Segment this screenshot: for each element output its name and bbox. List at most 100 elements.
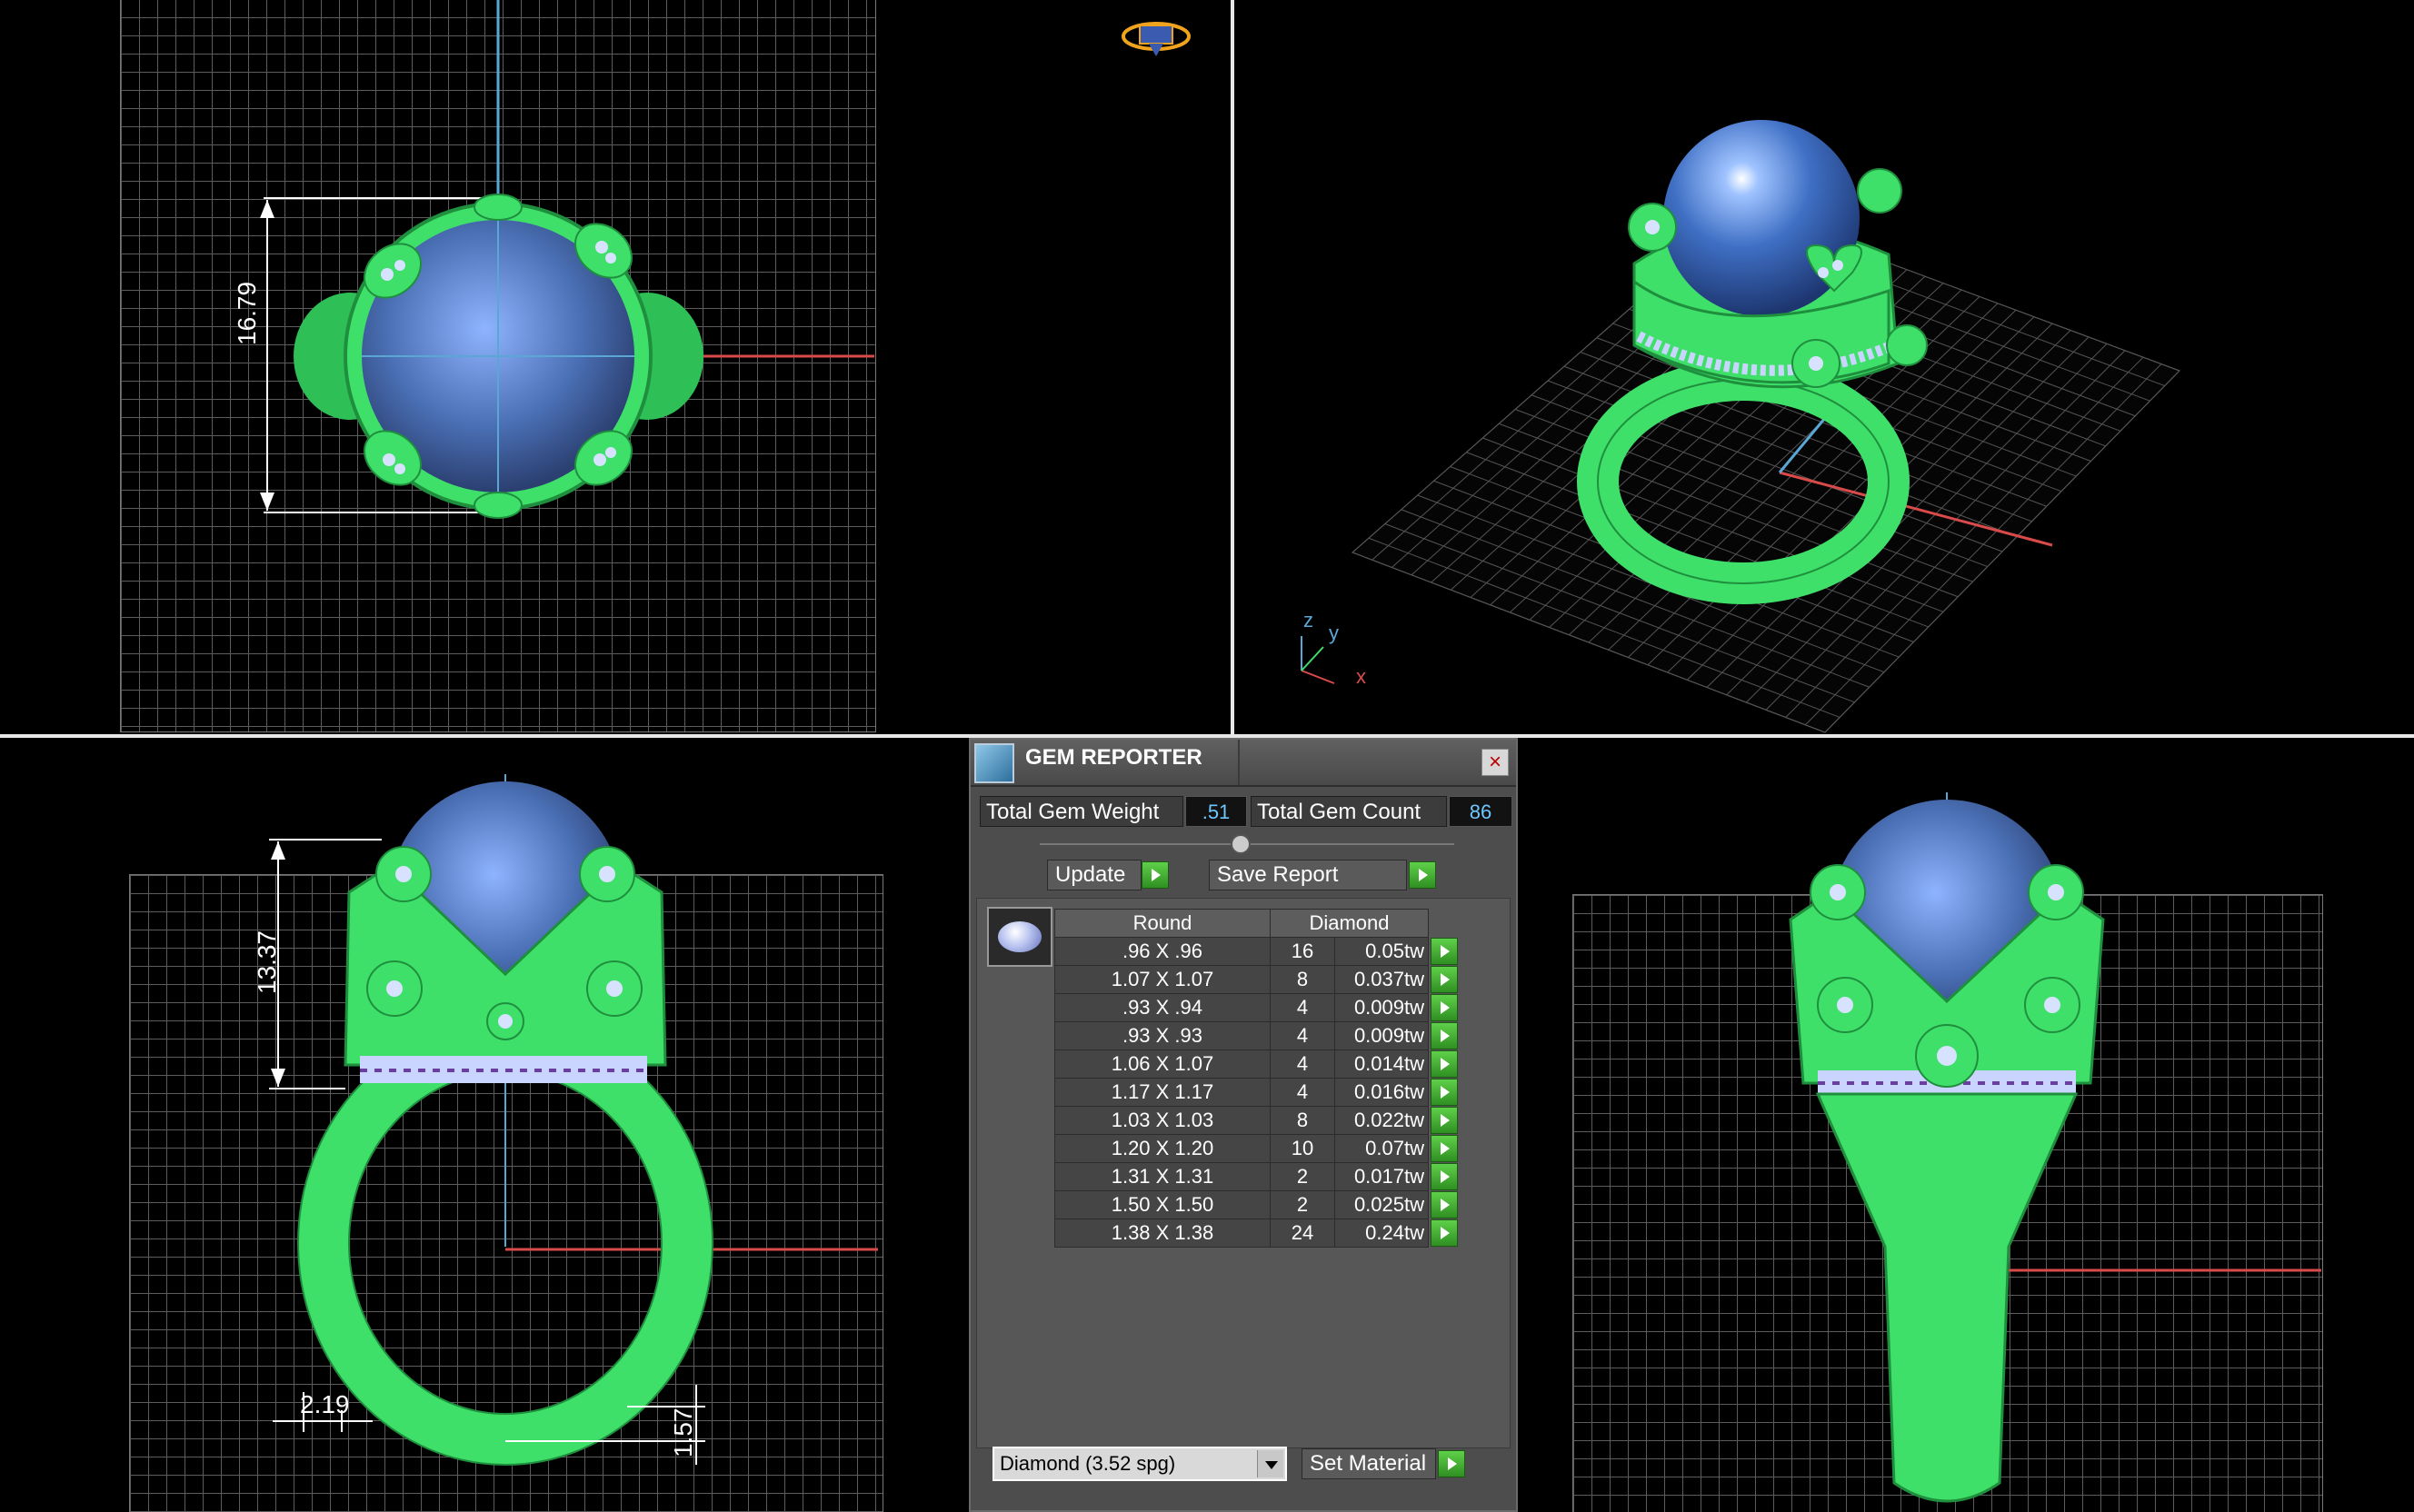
gem-weight-cell: 0.009tw — [1334, 1021, 1429, 1050]
table-row[interactable]: .93 X .94 4 0.009tw — [1054, 993, 1462, 1022]
table-row[interactable]: 1.17 X 1.17 4 0.016tw — [1054, 1078, 1462, 1107]
gem-qty-cell: 8 — [1270, 965, 1335, 994]
round-gem-thumbnail[interactable] — [987, 907, 1052, 967]
row-go-icon[interactable] — [1431, 937, 1458, 965]
chevron-down-icon[interactable] — [1257, 1450, 1283, 1477]
gem-weight-cell: 0.037tw — [1334, 965, 1429, 994]
front-width-label: 2.19 — [300, 1390, 350, 1418]
update-button[interactable]: Update — [1047, 860, 1142, 890]
gem-weight-cell: 0.24tw — [1334, 1219, 1429, 1248]
row-action-cell — [1429, 965, 1462, 994]
table-row[interactable]: 1.03 X 1.03 8 0.022tw — [1054, 1106, 1462, 1135]
front-viewport[interactable]: 13.37 2.19 1.57 — [0, 738, 969, 1512]
table-row[interactable]: .96 X .96 16 0.05tw — [1054, 937, 1462, 966]
gem-size-cell: 1.17 X 1.17 — [1054, 1078, 1271, 1107]
side-view-model — [1789, 792, 2321, 1503]
gem-qty-cell: 4 — [1270, 1021, 1335, 1050]
axis-label-y: y — [1329, 622, 1339, 644]
table-row[interactable]: 1.38 X 1.38 24 0.24tw — [1054, 1219, 1462, 1248]
gem-size-cell: 1.38 X 1.38 — [1054, 1219, 1271, 1248]
gem-weight-cell: 0.025tw — [1334, 1190, 1429, 1219]
gem-qty-cell: 24 — [1270, 1219, 1335, 1248]
row-go-icon[interactable] — [1431, 1162, 1458, 1190]
row-action-cell — [1429, 1049, 1462, 1079]
gem-weight-cell: 0.009tw — [1334, 993, 1429, 1022]
gem-size-cell: 1.03 X 1.03 — [1054, 1106, 1271, 1135]
row-go-icon[interactable] — [1431, 1078, 1458, 1106]
gem-size-cell: 1.06 X 1.07 — [1054, 1049, 1271, 1079]
row-go-icon[interactable] — [1431, 965, 1458, 993]
gem-size-cell: .93 X .93 — [1054, 1021, 1271, 1050]
row-action-cell — [1429, 1106, 1462, 1135]
set-material-button[interactable]: Set Material — [1302, 1448, 1436, 1479]
table-row[interactable]: 1.06 X 1.07 4 0.014tw — [1054, 1049, 1462, 1079]
panel-titlebar[interactable]: GEM REPORTER × — [971, 740, 1516, 787]
round-gem-icon — [998, 921, 1042, 952]
save-report-button[interactable]: Save Report — [1209, 860, 1407, 890]
shape-header: Round — [1054, 909, 1271, 938]
top-viewport[interactable]: 16.79 — [0, 0, 1231, 734]
total-count-label: Total Gem Count — [1251, 796, 1447, 827]
gem-qty-cell: 4 — [1270, 1078, 1335, 1107]
row-go-icon[interactable] — [1431, 1049, 1458, 1078]
row-action-cell — [1429, 1219, 1462, 1248]
gem-size-cell: 1.31 X 1.31 — [1054, 1162, 1271, 1191]
front-view-model — [269, 774, 878, 1466]
total-weight-value: .51 — [1185, 796, 1247, 827]
gem-qty-cell: 8 — [1270, 1106, 1335, 1135]
row-go-icon[interactable] — [1431, 1190, 1458, 1219]
gem-qty-cell: 2 — [1270, 1162, 1335, 1191]
gem-size-cell: 1.50 X 1.50 — [1054, 1190, 1271, 1219]
update-go-icon[interactable] — [1142, 861, 1169, 889]
gem-qty-cell: 2 — [1270, 1190, 1335, 1219]
gem-reporter-icon — [974, 743, 1014, 783]
table-row[interactable]: 1.31 X 1.31 2 0.017tw — [1054, 1162, 1462, 1191]
gem-weight-cell: 0.016tw — [1334, 1078, 1429, 1107]
gem-weight-cell: 0.017tw — [1334, 1162, 1429, 1191]
total-weight-label: Total Gem Weight — [980, 796, 1183, 827]
gem-size-cell: .96 X .96 — [1054, 937, 1271, 966]
save-report-go-icon[interactable] — [1409, 861, 1436, 889]
row-go-icon[interactable] — [1431, 993, 1458, 1021]
row-go-icon[interactable] — [1431, 1219, 1458, 1247]
row-go-icon[interactable] — [1431, 1106, 1458, 1134]
row-go-icon[interactable] — [1431, 1021, 1458, 1049]
panel-title: GEM REPORTER — [1025, 745, 1202, 770]
material-select-value: Diamond (3.52 spg) — [1000, 1452, 1176, 1475]
perspective-viewport[interactable]: z y x — [1234, 0, 2414, 734]
row-action-cell — [1429, 1190, 1462, 1219]
table-row[interactable]: 1.50 X 1.50 2 0.025tw — [1054, 1190, 1462, 1219]
table-row[interactable]: 1.20 X 1.20 10 0.07tw — [1054, 1134, 1462, 1163]
set-material-go-icon[interactable] — [1438, 1450, 1465, 1477]
gem-size-cell: 1.20 X 1.20 — [1054, 1134, 1271, 1163]
gem-table: Round Diamond .96 X .96 16 0.05tw 1.07 X 1.… — [1054, 909, 1462, 1248]
gem-size-cell: 1.07 X 1.07 — [1054, 965, 1271, 994]
gem-weight-cell: 0.05tw — [1334, 937, 1429, 966]
gem-qty-cell: 16 — [1270, 937, 1335, 966]
axis-label-z: z — [1303, 609, 1313, 632]
row-action-cell — [1429, 993, 1462, 1022]
titlebar-separator — [1238, 740, 1240, 785]
row-action-cell — [1429, 1162, 1462, 1191]
gem-qty-cell: 4 — [1270, 1049, 1335, 1079]
gem-size-cell: .93 X .94 — [1054, 993, 1271, 1022]
front-thickness-label: 1.57 — [669, 1408, 697, 1458]
gem-weight-cell: 0.022tw — [1334, 1106, 1429, 1135]
vertical-divider[interactable] — [1231, 0, 1234, 734]
row-action-cell — [1429, 1021, 1462, 1050]
material-select[interactable]: Diamond (3.52 spg) — [993, 1447, 1287, 1481]
gem-weight-cell: 0.014tw — [1334, 1049, 1429, 1079]
row-go-icon[interactable] — [1431, 1134, 1458, 1162]
panel-slider-knob[interactable] — [1231, 834, 1251, 854]
gem-qty-cell: 10 — [1270, 1134, 1335, 1163]
top-view-model — [260, 0, 1191, 519]
top-dimension-label: 16.79 — [233, 281, 261, 345]
row-action-cell — [1429, 1134, 1462, 1163]
gem-weight-cell: 0.07tw — [1334, 1134, 1429, 1163]
material-header: Diamond — [1270, 909, 1429, 938]
perspective-model — [1301, 120, 2180, 733]
table-row[interactable]: .93 X .93 4 0.009tw — [1054, 1021, 1462, 1050]
table-row[interactable]: 1.07 X 1.07 8 0.037tw — [1054, 965, 1462, 994]
close-icon[interactable]: × — [1481, 749, 1509, 776]
side-viewport[interactable] — [1518, 738, 2414, 1512]
